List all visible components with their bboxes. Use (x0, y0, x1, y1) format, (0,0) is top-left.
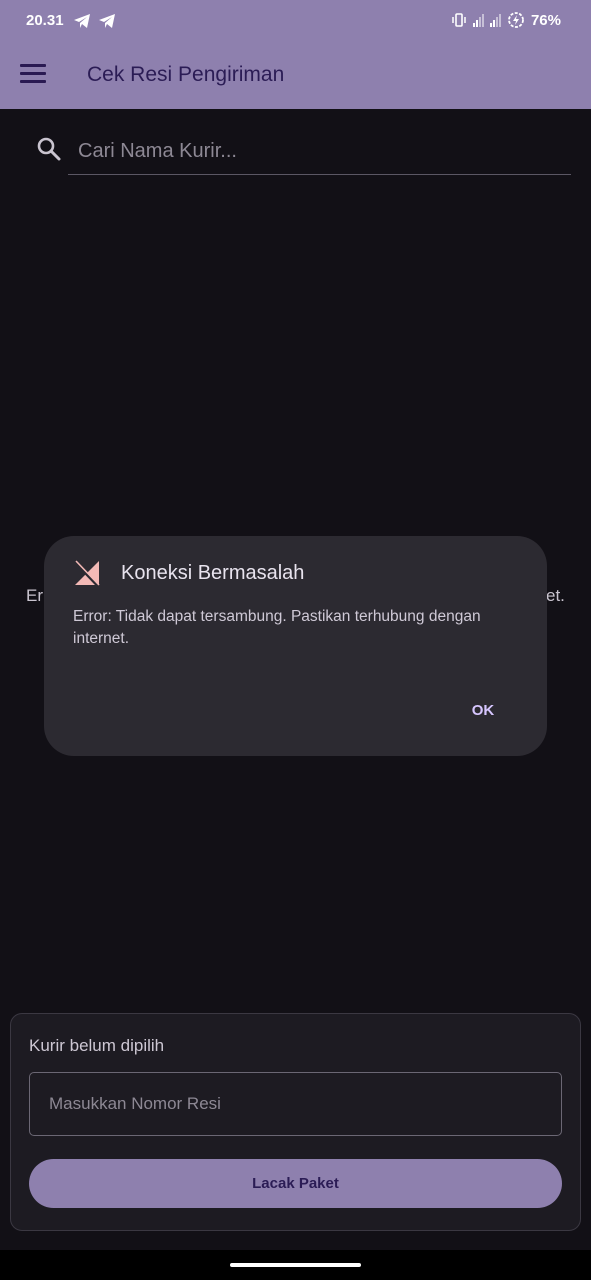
track-package-button[interactable]: Lacak Paket (29, 1159, 562, 1208)
ok-button[interactable]: OK (460, 696, 506, 726)
dialog-title: Koneksi Bermasalah (121, 562, 305, 584)
connection-error-dialog: Koneksi Bermasalah Error: Tidak dapat te… (44, 536, 547, 756)
no-signal-icon (73, 560, 100, 587)
gesture-handle[interactable] (230, 1263, 361, 1267)
tracking-card: Kurir belum dipilih Lacak Paket (10, 1013, 581, 1231)
dialog-message: Error: Tidak dapat tersambung. Pastikan … (73, 608, 481, 647)
navigation-bar (0, 1250, 591, 1280)
courier-status-label: Kurir belum dipilih (29, 1036, 165, 1055)
screen: 20.31 76% Cek Resi Pengiriman Cari Nama … (0, 0, 591, 1280)
tracking-number-input[interactable] (29, 1072, 562, 1136)
